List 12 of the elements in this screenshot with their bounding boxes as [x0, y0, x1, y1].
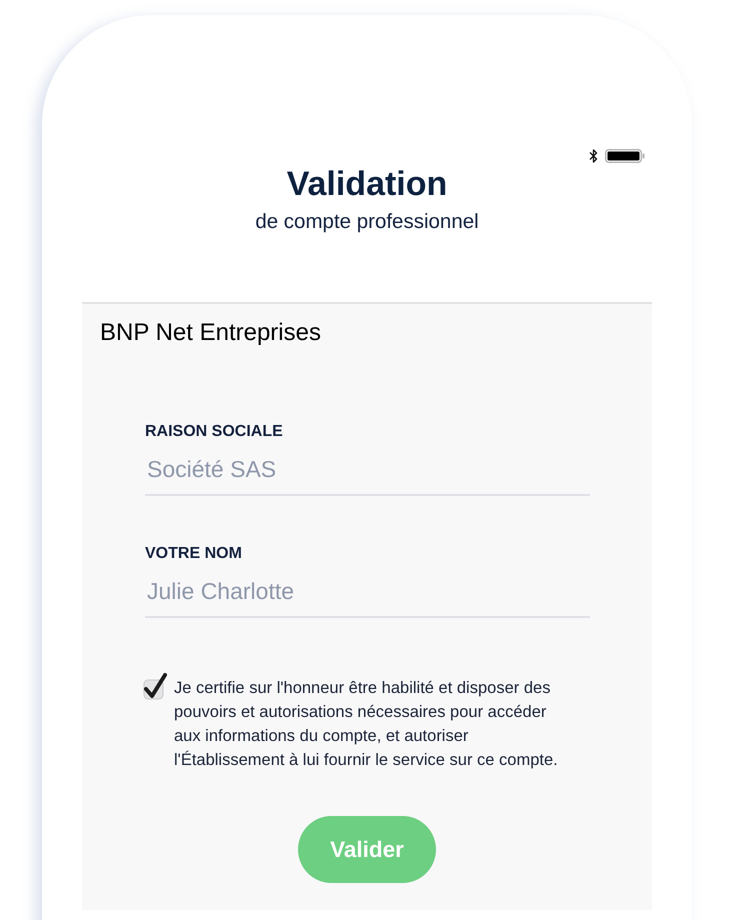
battery-icon	[605, 149, 645, 163]
page-subtitle: de compte professionnel	[255, 209, 479, 235]
section-title: BNP Net Entreprises	[100, 318, 321, 348]
field-label: VOTRE NOM	[145, 544, 242, 564]
checkbox[interactable]	[143, 673, 167, 700]
bluetooth-icon	[589, 149, 598, 163]
page-title: Validation	[286, 164, 448, 204]
text-field[interactable]: Julie Charlotte	[145, 566, 590, 618]
text-field[interactable]: Société SAS	[145, 444, 590, 496]
submit-button[interactable]: Valider	[298, 816, 436, 883]
consent-text: Je certifie sur l'honneur être habilité et disposer des pouvoirs et autorisations nécessaires pour accéder aux informations du compte, et autoriser l'Établissement à lui fournir le service sur ce compte.	[174, 678, 559, 771]
field-label: RAISON SOCIALE	[145, 422, 283, 442]
